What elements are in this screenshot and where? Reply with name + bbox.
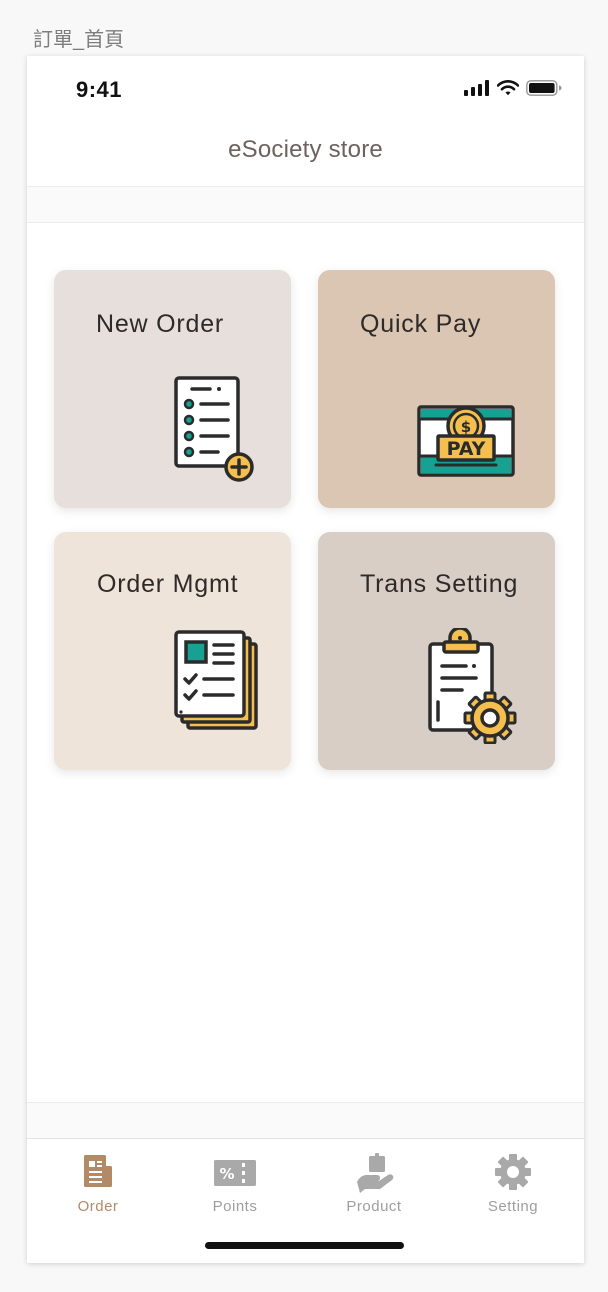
- tab-order[interactable]: Order: [43, 1152, 153, 1215]
- order-mgmt-icon: [172, 628, 262, 739]
- svg-text:%: %: [219, 1165, 234, 1183]
- tab-points[interactable]: % Points: [180, 1152, 290, 1215]
- tab-setting[interactable]: Setting: [458, 1152, 568, 1215]
- status-bar: 9:41: [27, 56, 584, 122]
- new-order-tile[interactable]: New Order: [54, 270, 291, 508]
- trans-setting-tile[interactable]: Trans Setting: [318, 532, 555, 770]
- tab-setting-label: Setting: [487, 1198, 539, 1215]
- quick-pay-icon: $ PAY: [416, 404, 516, 485]
- tab-product[interactable]: Product: [319, 1152, 429, 1215]
- page-title: eSociety store: [228, 136, 383, 163]
- points-tab-icon: %: [180, 1152, 290, 1192]
- status-time: 9:41: [76, 77, 123, 102]
- tab-product-label: Product: [346, 1198, 402, 1215]
- setting-tab-icon: [458, 1152, 568, 1192]
- trans-setting-icon: [426, 626, 518, 749]
- product-tab-icon: [319, 1152, 429, 1193]
- status-icons: [457, 79, 562, 101]
- battery-icon: [526, 79, 562, 101]
- trans-setting-label: Trans Setting: [360, 570, 519, 598]
- frame-label: 訂單_首頁: [33, 29, 125, 51]
- new-order-label: New Order: [96, 310, 225, 338]
- pay-icon-text: PAY: [447, 438, 486, 460]
- nav-bar: eSociety store: [27, 122, 584, 186]
- bottom-divider-band: [27, 1102, 584, 1139]
- tab-points-label: Points: [212, 1198, 258, 1215]
- top-divider-band: [27, 186, 584, 223]
- home-indicator: [205, 1242, 404, 1249]
- quick-pay-tile[interactable]: Quick Pay $ PAY: [318, 270, 555, 508]
- tab-order-label: Order: [77, 1198, 119, 1215]
- phone-screen: 9:41 eSociety store New Order Quick Pay …: [27, 56, 584, 1263]
- order-mgmt-tile[interactable]: Order Mgmt: [54, 532, 291, 770]
- order-mgmt-label: Order Mgmt: [97, 570, 239, 598]
- signal-icon: [464, 79, 490, 101]
- quick-pay-label: Quick Pay: [360, 310, 482, 338]
- new-order-icon: [172, 374, 262, 489]
- wifi-icon: [496, 79, 520, 101]
- svg-text:$: $: [461, 418, 471, 436]
- order-tab-icon: [43, 1152, 153, 1192]
